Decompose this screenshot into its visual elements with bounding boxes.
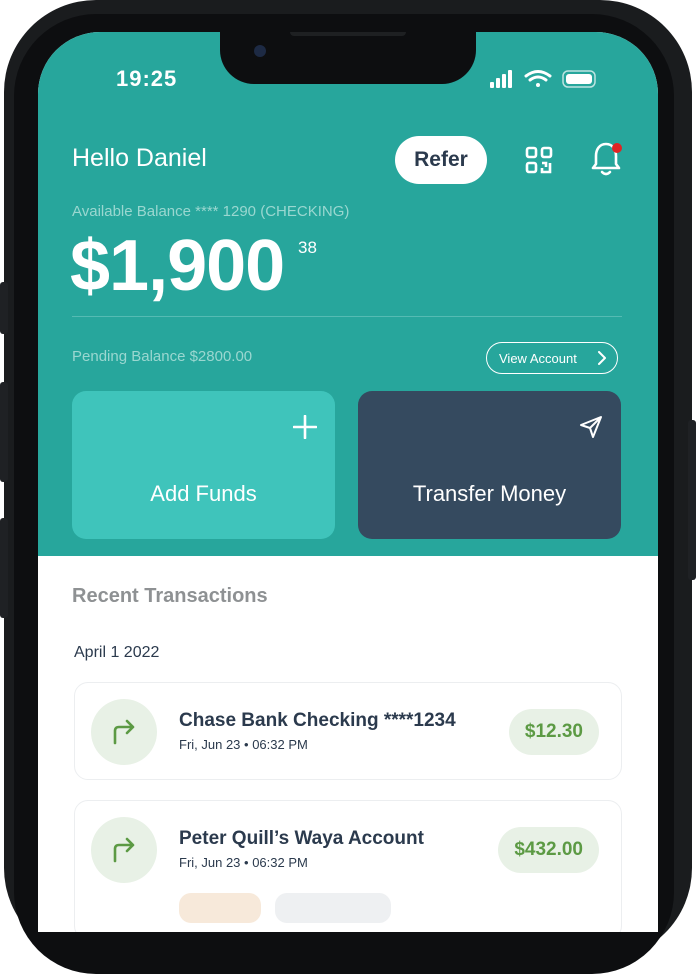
balance-header: 19:25 Hello Daniel Refer Available Balan… <box>38 32 658 556</box>
transaction-time: Fri, Jun 23 • 06:32 PM <box>179 855 308 870</box>
camera <box>254 45 266 57</box>
divider <box>72 316 622 317</box>
transaction-item[interactable]: Peter Quill’s Waya Account Fri, Jun 23 •… <box>74 800 622 932</box>
transaction-item[interactable]: Chase Bank Checking ****1234 Fri, Jun 23… <box>74 682 622 780</box>
wifi-icon <box>524 70 552 87</box>
status-icons <box>488 68 598 90</box>
transfer-arrow-icon <box>91 817 157 883</box>
transaction-date: April 1 2022 <box>74 644 160 661</box>
app-screen: 19:25 Hello Daniel Refer Available Balan… <box>38 32 658 932</box>
power-button <box>688 420 696 580</box>
view-account-button[interactable]: View Account <box>486 342 618 374</box>
qr-code-icon[interactable] <box>525 146 553 179</box>
add-funds-label: Add Funds <box>150 481 257 506</box>
greeting: Hello Daniel <box>72 144 207 172</box>
transaction-title: Chase Bank Checking ****1234 <box>179 710 456 731</box>
refer-button[interactable]: Refer <box>395 136 487 184</box>
balance-cents: 38 <box>298 238 317 257</box>
signal-icon <box>490 70 512 88</box>
chevron-right-icon <box>597 351 607 368</box>
transaction-title: Peter Quill’s Waya Account <box>179 828 424 849</box>
transaction-time: Fri, Jun 23 • 06:32 PM <box>179 737 308 752</box>
transaction-amount: $432.00 <box>498 827 599 873</box>
transfer-arrow-icon <box>91 699 157 765</box>
notification-bell-icon[interactable] <box>590 140 626 183</box>
category-tag <box>179 893 261 923</box>
category-tag <box>275 893 391 923</box>
transaction-amount: $12.30 <box>508 709 599 755</box>
battery-icon <box>562 70 596 88</box>
recent-transactions-heading: Recent Transactions <box>72 585 268 607</box>
status-time: 19:25 <box>116 66 178 91</box>
view-account-label: View Account <box>499 351 577 366</box>
plus-icon <box>292 414 318 444</box>
transfer-money-label: Transfer Money <box>412 481 567 506</box>
volume-up-button <box>0 382 8 482</box>
speaker <box>290 32 406 36</box>
pending-balance: Pending Balance $2800.00 <box>72 348 253 365</box>
notification-dot <box>612 143 622 153</box>
transfer-money-button[interactable]: Transfer Money <box>358 391 621 539</box>
send-icon <box>579 415 603 444</box>
volume-down-button <box>0 518 8 618</box>
available-balance-label: Available Balance **** 1290 (CHECKING) <box>72 203 350 220</box>
notch <box>220 32 476 84</box>
add-funds-button[interactable]: Add Funds <box>72 391 335 539</box>
balance-amount: $1,900 <box>70 226 285 306</box>
mute-switch <box>0 282 8 334</box>
